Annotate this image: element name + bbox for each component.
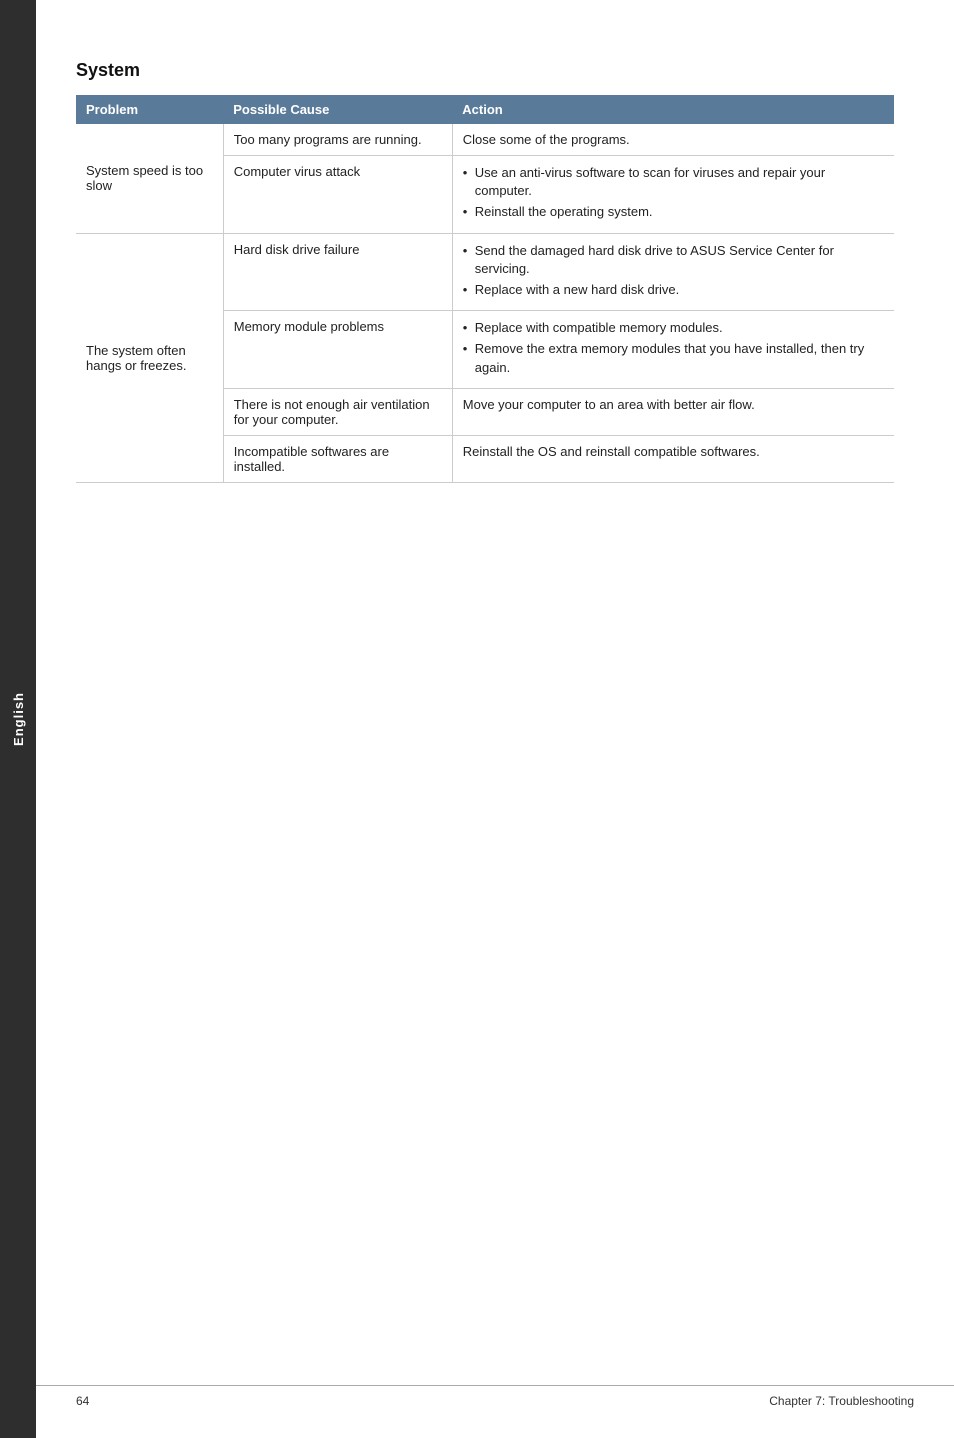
action-cell: Close some of the programs.: [452, 124, 894, 156]
action-cell: Reinstall the OS and reinstall compatibl…: [452, 435, 894, 482]
main-content: System Problem Possible Cause Action Sys…: [36, 0, 954, 1438]
page: English System Problem Possible Cause Ac…: [0, 0, 954, 1438]
header-cause: Possible Cause: [223, 95, 452, 124]
table-row: The system often hangs or freezes.Hard d…: [76, 233, 894, 311]
cause-cell: Computer virus attack: [223, 156, 452, 234]
bullet-item: Use an anti-virus software to scan for v…: [463, 164, 884, 200]
cause-cell: There is not enough air ventilation for …: [223, 388, 452, 435]
cause-cell: Too many programs are running.: [223, 124, 452, 156]
action-cell: Use an anti-virus software to scan for v…: [452, 156, 894, 234]
header-problem: Problem: [76, 95, 223, 124]
footer: 64 Chapter 7: Troubleshooting: [36, 1385, 954, 1408]
header-action: Action: [452, 95, 894, 124]
cause-cell: Incompatible softwares are installed.: [223, 435, 452, 482]
cause-cell: Memory module problems: [223, 311, 452, 389]
bullet-item: Send the damaged hard disk drive to ASUS…: [463, 242, 884, 278]
bullet-item: Replace with a new hard disk drive.: [463, 281, 884, 299]
sidebar-label: English: [11, 692, 26, 746]
action-cell: Replace with compatible memory modules. R…: [452, 311, 894, 389]
bullet-item: Replace with compatible memory modules.: [463, 319, 884, 337]
troubleshooting-table: Problem Possible Cause Action System spe…: [76, 95, 894, 483]
action-cell: Send the damaged hard disk drive to ASUS…: [452, 233, 894, 311]
bullet-item: Remove the extra memory modules that you…: [463, 340, 884, 376]
action-cell: Move your computer to an area with bette…: [452, 388, 894, 435]
table-row: System speed is too slowToo many program…: [76, 124, 894, 156]
page-number: 64: [76, 1394, 89, 1408]
section-title: System: [76, 60, 894, 81]
chapter-label: Chapter 7: Troubleshooting: [769, 1394, 914, 1408]
problem-cell: The system often hangs or freezes.: [76, 233, 223, 482]
bullet-item: Reinstall the operating system.: [463, 203, 884, 221]
cause-cell: Hard disk drive failure: [223, 233, 452, 311]
problem-cell: System speed is too slow: [76, 124, 223, 233]
sidebar: English: [0, 0, 36, 1438]
